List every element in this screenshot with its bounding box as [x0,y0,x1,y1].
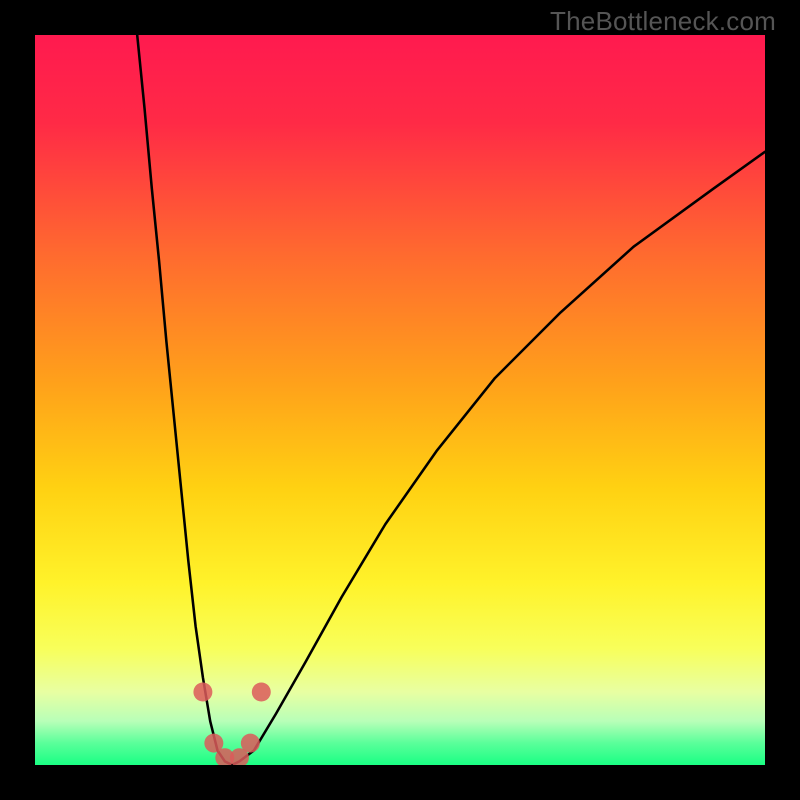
plot-area [35,35,765,765]
marker-layer [35,35,765,765]
marker-point [241,734,260,753]
marker-point [193,683,212,702]
attribution-text: TheBottleneck.com [550,6,776,37]
marker-point [252,683,271,702]
chart-frame: TheBottleneck.com [0,0,800,800]
